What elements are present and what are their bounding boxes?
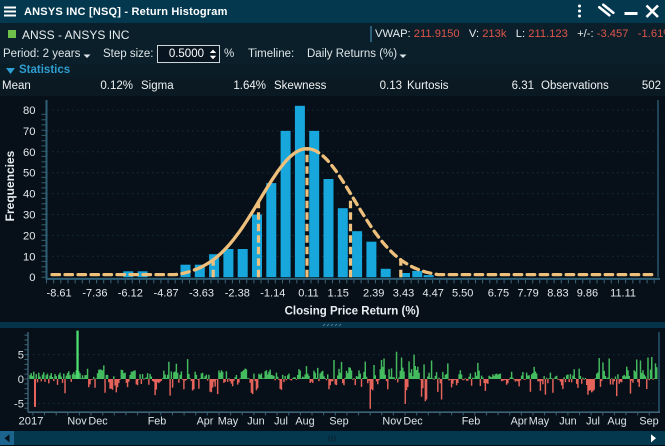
svg-text:Nov: Nov	[382, 416, 402, 428]
svg-text:3.43: 3.43	[393, 288, 414, 300]
svg-text:-3.63: -3.63	[189, 288, 214, 300]
svg-text:5: 5	[18, 350, 24, 362]
svg-text:0: 0	[18, 374, 24, 386]
svg-text:8.83: 8.83	[547, 288, 568, 300]
svg-text:Frequencies: Frequencies	[3, 150, 17, 221]
svg-text:0.11: 0.11	[298, 288, 319, 300]
svg-text:2.39: 2.39	[363, 288, 384, 300]
svg-text:Dec: Dec	[403, 416, 423, 428]
svg-text:11.11: 11.11	[610, 288, 636, 300]
svg-text:10: 10	[23, 251, 35, 263]
svg-text:4.47: 4.47	[422, 288, 443, 300]
svg-text:-1.14: -1.14	[260, 288, 285, 300]
svg-text:Jul: Jul	[586, 416, 600, 428]
svg-text:Jul: Jul	[274, 416, 288, 428]
svg-text:0: 0	[29, 272, 35, 284]
svg-text:-4.87: -4.87	[154, 288, 179, 300]
svg-text:-2.38: -2.38	[225, 288, 250, 300]
svg-text:Sep: Sep	[639, 416, 658, 428]
svg-text:Closing Price Return (%): Closing Price Return (%)	[285, 306, 420, 318]
svg-text:30: 30	[23, 210, 35, 222]
svg-text:6.75: 6.75	[488, 288, 509, 300]
svg-text:Apr: Apr	[511, 416, 528, 428]
svg-text:-5: -5	[14, 398, 24, 410]
svg-text:1.15: 1.15	[327, 288, 348, 300]
svg-text:-8.61: -8.61	[47, 288, 72, 300]
svg-text:Aug: Aug	[295, 416, 314, 428]
svg-text:80: 80	[23, 105, 35, 117]
svg-text:Nov: Nov	[67, 416, 87, 428]
svg-text:5.50: 5.50	[452, 288, 473, 300]
svg-text:-6.12: -6.12	[118, 288, 143, 300]
svg-text:-7.36: -7.36	[82, 288, 107, 300]
svg-text:Jun: Jun	[559, 416, 576, 428]
svg-text:50: 50	[23, 168, 35, 180]
svg-text:Jun: Jun	[247, 416, 264, 428]
svg-text:20: 20	[23, 230, 35, 242]
svg-text:Aug: Aug	[607, 416, 626, 428]
svg-text:40: 40	[23, 189, 35, 201]
svg-text:2017: 2017	[19, 416, 44, 428]
svg-text:70: 70	[23, 126, 35, 138]
svg-text:Sep: Sep	[329, 416, 348, 428]
svg-text:Dec: Dec	[88, 416, 108, 428]
svg-text:60: 60	[23, 147, 35, 159]
svg-text:Feb: Feb	[148, 416, 167, 428]
svg-text:7.79: 7.79	[517, 288, 538, 300]
svg-text:May: May	[218, 416, 239, 428]
svg-text:9.86: 9.86	[577, 288, 598, 300]
svg-text:Apr: Apr	[197, 416, 214, 428]
svg-text:Feb: Feb	[462, 416, 481, 428]
svg-text:May: May	[529, 416, 550, 428]
